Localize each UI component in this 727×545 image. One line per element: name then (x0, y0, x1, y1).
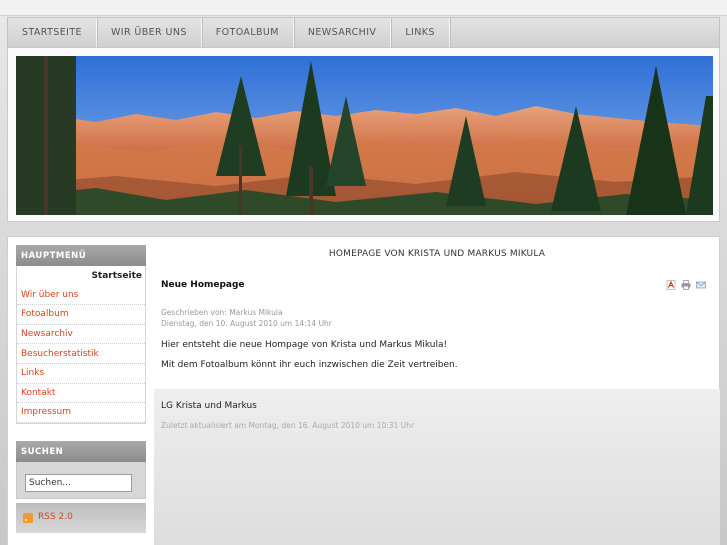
nav-item-wir-ueber-uns[interactable]: WIR ÜBER UNS (97, 18, 202, 47)
article-last-updated: Zuletzt aktualisiert am Montag, den 16. … (161, 421, 415, 430)
main-navigation: STARTSEITE WIR ÜBER UNS FOTOALBUM NEWSAR… (7, 17, 720, 48)
article-actions (666, 280, 706, 290)
canyon-panorama-image (16, 56, 713, 215)
menu-item-fotoalbum[interactable]: Fotoalbum (17, 305, 145, 325)
main-menu-list: Startseite Wir über uns Fotoalbum Newsar… (16, 266, 146, 424)
email-icon[interactable] (696, 280, 706, 290)
menu-item-impressum[interactable]: Impressum (17, 403, 145, 423)
menu-item-wir-ueber-uns[interactable]: Wir über uns (17, 286, 145, 306)
rss-link[interactable]: RSS 2.0 (38, 512, 73, 522)
pdf-icon[interactable] (666, 280, 676, 290)
search-module: SUCHEN (16, 441, 146, 499)
main-menu-title: HAUPTMENÜ (16, 245, 146, 266)
search-input[interactable] (25, 474, 132, 492)
article-author: Geschrieben von: Markus Mikula (161, 308, 283, 317)
main-area: HAUPTMENÜ Startseite Wir über uns Fotoal… (7, 236, 720, 545)
top-strip (0, 0, 727, 16)
nav-item-startseite[interactable]: STARTSEITE (8, 18, 97, 47)
nav-item-fotoalbum[interactable]: FOTOALBUM (202, 18, 294, 47)
page-title: HOMEPAGE VON KRISTA UND MARKUS MIKULA (328, 249, 546, 259)
print-icon[interactable] (681, 280, 691, 290)
nav-item-newsarchiv[interactable]: NEWSARCHIV (294, 18, 392, 47)
main-menu: HAUPTMENÜ Startseite Wir über uns Fotoal… (16, 245, 146, 424)
article-paragraph-2: Mit dem Fotoalbum könnt ihr euch inzwisc… (161, 360, 458, 370)
header (7, 47, 720, 222)
menu-item-newsarchiv[interactable]: Newsarchiv (17, 325, 145, 345)
nav-item-links[interactable]: LINKS (391, 18, 450, 47)
search-body (16, 462, 146, 499)
article-paragraph-1: Hier entsteht die neue Hompage von Krist… (161, 340, 448, 350)
article-signature: LG Krista und Markus (161, 401, 257, 411)
menu-item-kontakt[interactable]: Kontakt (17, 384, 145, 404)
article-date: Dienstag, den 10. August 2010 um 14:14 U… (161, 319, 332, 328)
search-title: SUCHEN (16, 441, 146, 462)
article-title[interactable]: Neue Homepage (161, 280, 245, 290)
menu-item-links[interactable]: Links (17, 364, 145, 384)
menu-item-startseite[interactable]: Startseite (17, 266, 145, 286)
rss-box: RSS 2.0 (16, 503, 146, 533)
rss-icon[interactable] (23, 513, 33, 523)
content-lower-band (154, 389, 720, 545)
rss-module: RSS 2.0 (16, 503, 146, 533)
menu-item-besucherstatistik[interactable]: Besucherstatistik (17, 344, 145, 364)
